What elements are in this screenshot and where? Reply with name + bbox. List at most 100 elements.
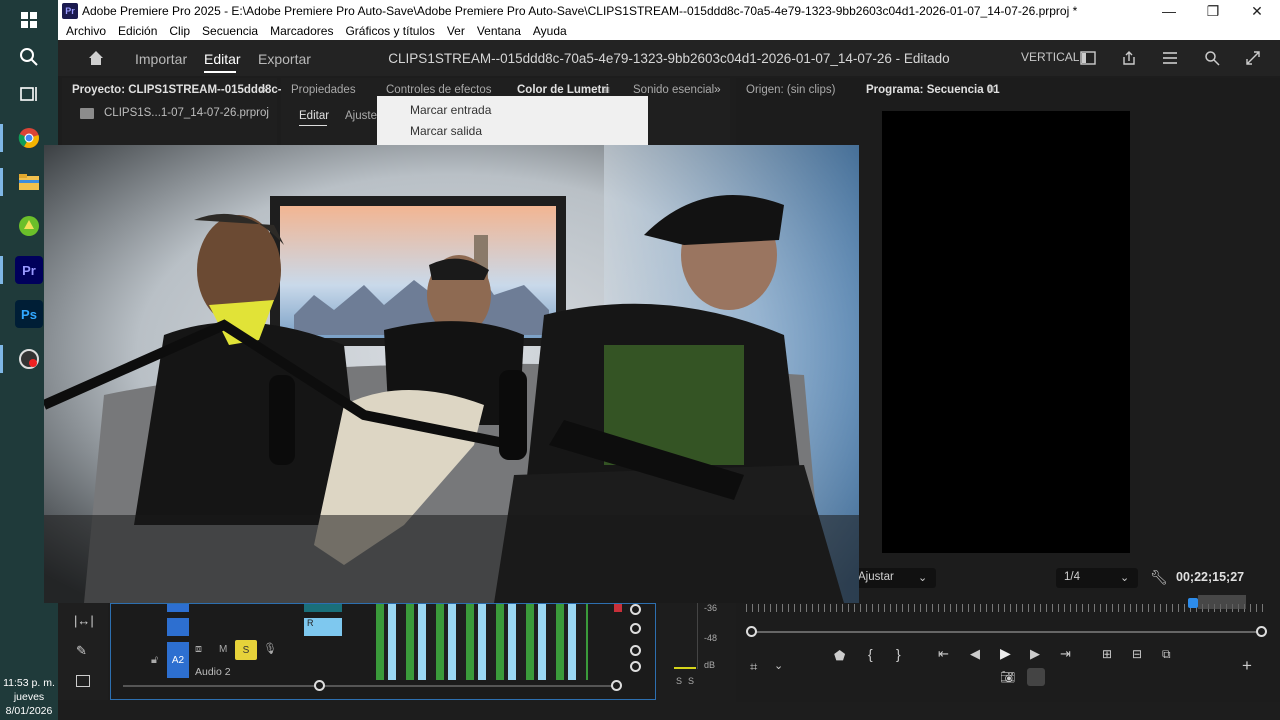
track-target-a1[interactable] [167,618,189,636]
safe-margins-icon[interactable]: ⌗ [750,659,757,675]
menu-ayuda[interactable]: Ayuda [533,24,567,38]
wrench-icon[interactable]: 🔧︎ [1150,569,1168,586]
step-back-icon[interactable]: ◀︎ [970,646,980,662]
sync-lock-icon[interactable]: ⧈ [195,643,202,656]
mute-button[interactable]: M [219,644,227,655]
tab-exportar[interactable]: Exportar [258,51,311,67]
subtab-editar[interactable]: Editar [299,110,329,122]
minimize-button[interactable]: — [1156,2,1182,20]
app-icon[interactable] [15,212,43,240]
scroll-handle[interactable] [630,623,641,634]
program-video-frame[interactable] [882,111,1130,553]
track-target-v[interactable] [167,604,189,612]
menu-marcar-entrada[interactable]: Marcar entrada [410,103,491,117]
menu-ver[interactable]: Ver [447,24,465,38]
active-indicator [0,345,3,373]
resolution-value: 1/4 [1064,571,1080,583]
taskbar-clock[interactable]: 11:53 p. m. jueves 8/01/2026 [0,676,58,718]
step-forward-icon[interactable]: ▶︎ [1030,646,1040,662]
go-to-out-icon[interactable]: ⇥ [1060,646,1071,662]
rectangle-tool-icon[interactable] [76,675,90,687]
tab-controles-efectos[interactable]: Controles de efectos [386,84,491,96]
meter-solo-left[interactable]: S [676,676,682,686]
timeline-zoom-bar[interactable] [123,685,618,687]
restore-button[interactable]: ❐ [1200,2,1226,20]
panel-layout-icon[interactable] [1078,48,1098,68]
menu-ventana[interactable]: Ventana [477,24,521,38]
menu-archivo[interactable]: Archivo [66,24,106,38]
playhead-marker[interactable] [1188,598,1198,608]
quick-search-icon[interactable] [1202,48,1222,68]
tab-propiedades[interactable]: Propiedades [291,84,356,96]
mark-out-icon[interactable]: } [896,646,901,662]
windows-start-icon[interactable] [15,6,43,34]
track-a2-label[interactable]: A2 [167,642,189,678]
menu-clip[interactable]: Clip [169,24,190,38]
menu-graficos[interactable]: Gráficos y títulos [345,24,434,38]
panel-overflow-icon[interactable]: » [260,82,267,96]
zoom-handle-right[interactable] [611,680,622,691]
menu-marcar-salida[interactable]: Marcar salida [410,124,482,138]
pen-icon[interactable]: ✎ [76,643,87,659]
scroll-handle[interactable] [630,661,641,672]
floating-video-preview[interactable] [44,145,859,603]
premiere-pro-icon[interactable]: Pr [15,256,43,284]
tab-source-monitor[interactable]: Origen: (sin clips) [746,84,835,96]
microphone-icon[interactable]: 🎙︎ [263,642,277,655]
tab-color-lumetri[interactable]: Color de Lumetri [517,84,609,96]
zoom-handle-left[interactable] [746,626,757,637]
lift-icon[interactable]: ⊞ [1102,647,1112,661]
resolution-dropdown[interactable]: 1/4 ⌄ [1056,568,1138,588]
project-file-name[interactable]: CLIPS1S...1-07_14-07-26.prproj [104,107,269,119]
chevron-down-icon[interactable]: ⌄ [774,659,783,672]
play-icon[interactable]: ▶︎ [1000,645,1011,662]
panel-menu-icon[interactable]: ≡ [988,82,995,96]
zoom-handle-left[interactable] [314,680,325,691]
comparison-view-button[interactable] [1027,668,1045,686]
task-view-icon[interactable] [15,80,43,108]
workspaces-menu-icon[interactable] [1160,48,1180,68]
tab-program-monitor[interactable]: Programa: Secuencia 01 [866,84,1000,96]
scroll-handle[interactable] [630,604,641,615]
clip-badge: R [307,618,314,628]
go-to-in-icon[interactable]: ⇤ [938,646,949,662]
tab-editar[interactable]: Editar [204,51,241,67]
zoom-handle-right[interactable] [1256,626,1267,637]
camera-icon[interactable]: 📷︎ [1000,670,1015,684]
clock-date: 8/01/2026 [5,705,53,717]
close-button[interactable]: ✕ [1244,2,1270,20]
menu-marcadores[interactable]: Marcadores [270,24,333,38]
add-button-icon[interactable]: + [1242,656,1252,676]
solo-button[interactable]: S [235,640,257,660]
tab-sonido-esencial[interactable]: Sonido esencial [633,84,714,96]
ripple-edit-icon[interactable]: |↔| [74,613,94,628]
menu-secuencia[interactable]: Secuencia [202,24,258,38]
video-clip[interactable] [304,604,342,612]
search-icon[interactable] [15,43,43,71]
tab-importar[interactable]: Importar [135,51,187,67]
panel-menu-icon[interactable]: ≡ [603,83,610,97]
work-area-bar[interactable] [1198,595,1246,609]
audio-clip-group[interactable] [376,604,588,680]
file-explorer-icon[interactable] [15,168,43,196]
photoshop-icon[interactable]: Ps [15,300,43,328]
zoom-scrollbar[interactable] [752,631,1262,633]
mark-in-icon[interactable]: { [868,646,873,662]
workspace-layout-label[interactable]: VERTICAL [1021,50,1079,64]
meter-solo-right[interactable]: S [688,676,694,686]
add-marker-icon[interactable]: ⬟ [834,648,845,664]
lock-icon[interactable]: 🔓︎ [151,654,158,667]
share-icon[interactable] [1119,48,1139,68]
menu-edicion[interactable]: Edición [118,24,157,38]
playhead-timecode[interactable]: 00;22;15;27 [1176,570,1244,584]
scroll-handle[interactable] [630,645,641,656]
obs-record-icon[interactable] [15,345,43,373]
panel-overflow-icon[interactable]: » [714,82,721,96]
audio-clip[interactable]: R [304,618,342,636]
chrome-icon[interactable] [15,124,43,152]
home-icon[interactable] [86,48,106,68]
extract-icon[interactable]: ⊟ [1132,647,1142,661]
export-frame-icon[interactable]: ⧉ [1162,647,1171,662]
fullscreen-icon[interactable] [1243,48,1263,68]
fit-dropdown[interactable]: Ajustar ⌄ [856,568,936,588]
